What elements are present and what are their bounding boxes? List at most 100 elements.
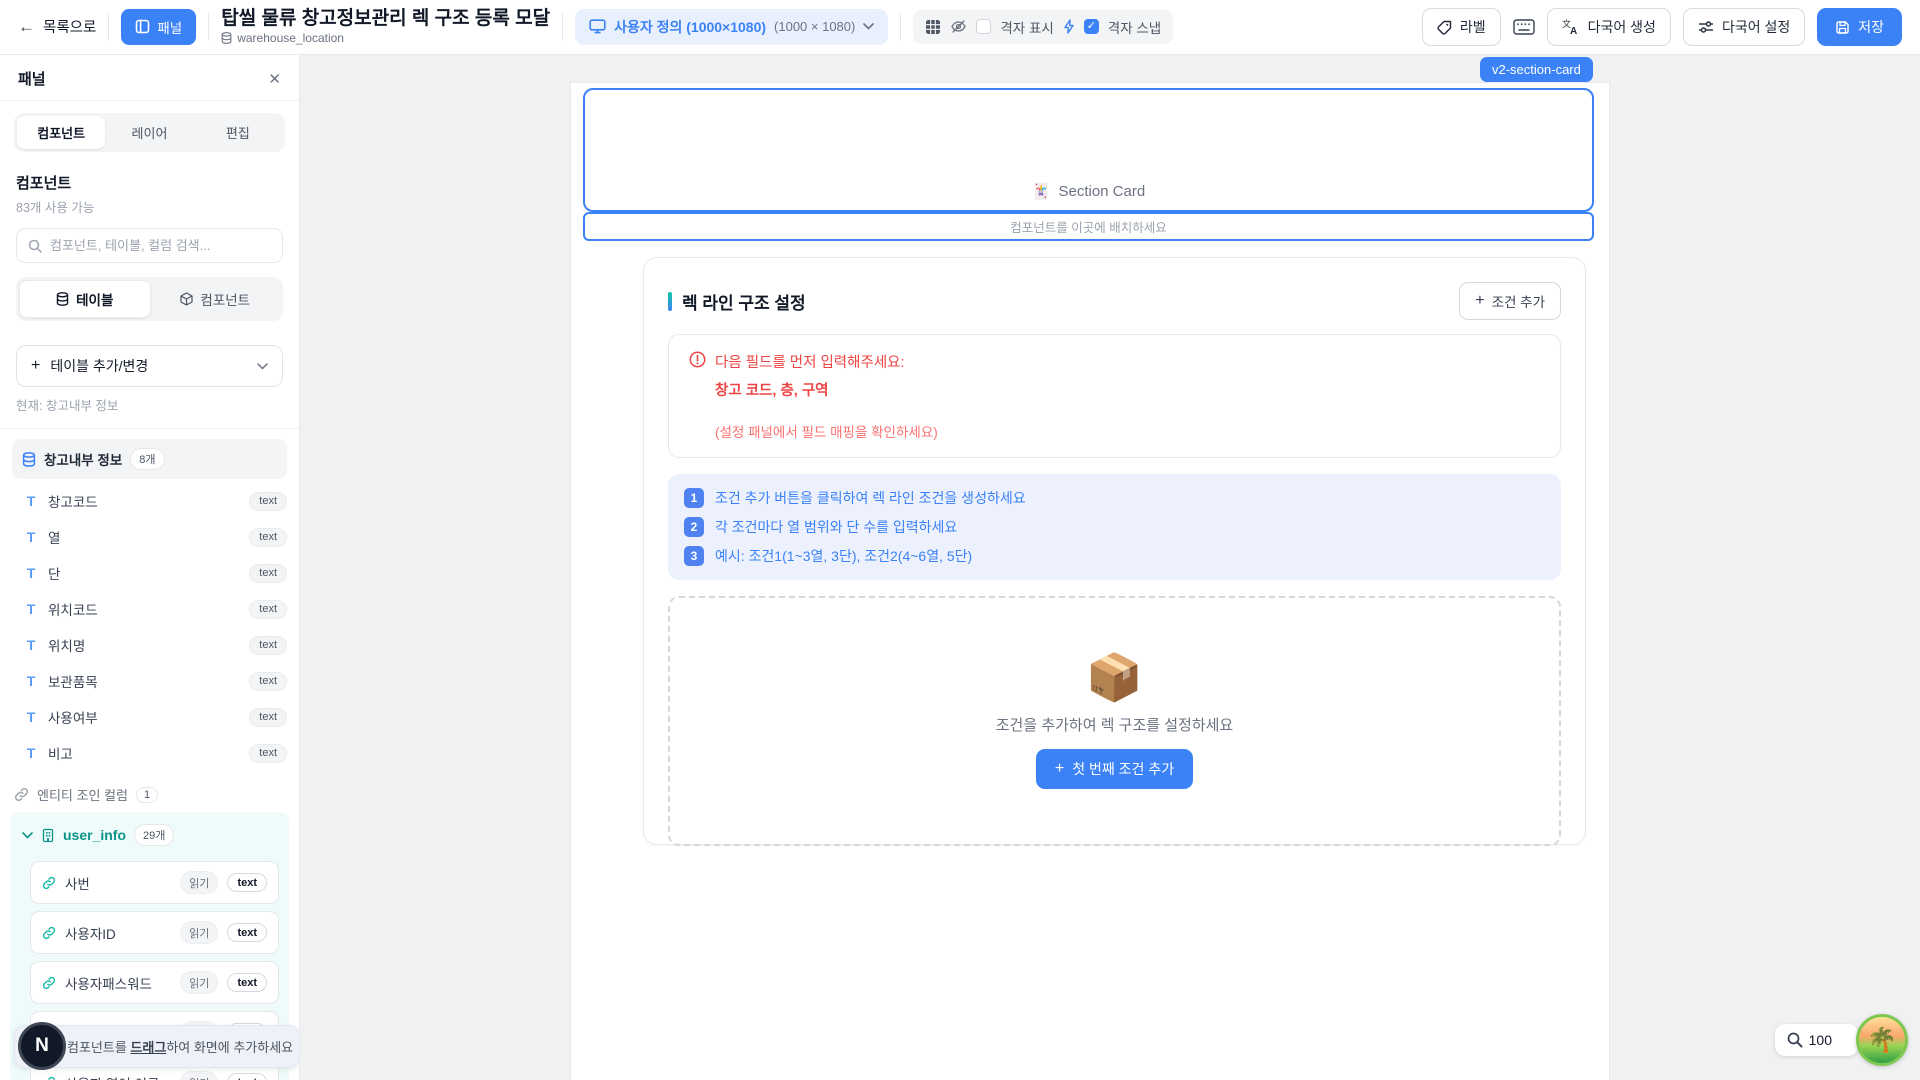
field-row[interactable]: T 열 text [24,519,287,555]
divider [900,13,901,41]
viewport-selected-value: 사용자 정의 (1000×1080) [614,17,766,37]
notification-avatar[interactable]: N [18,1022,66,1070]
plus-icon: + [1475,293,1484,309]
read-only-badge: 읽기 [180,971,218,994]
viewport-size-value: (1000 × 1080) [774,19,855,34]
warning-content: 다음 필드를 먼저 입력해주세요: 창고 코드, 층, 구역 (설정 패널에서 … [715,351,938,441]
save-button[interactable]: 저장 [1817,8,1902,46]
card-emoji-icon: 🃏 [1032,182,1051,200]
panel-button-label: 패널 [157,17,182,37]
back-to-list-button[interactable]: ← 목록으로 [18,16,96,37]
label-button-text: 라벨 [1460,17,1486,37]
field-name: 열 [48,527,239,547]
viewport-size-dropdown[interactable]: 사용자 정의 (1000×1080) (1000 × 1080) [575,9,888,45]
section-card-label-text: Section Card [1058,183,1145,200]
step-number-badge: 3 [684,546,704,566]
field-type-badge: text [249,600,287,619]
warning-line1: 다음 필드를 먼저 입력해주세요: [715,351,938,372]
drag-hint-toast: N 컴포넌트를 드래그하여 화면에 추가하세요 [14,1025,300,1068]
close-icon[interactable]: ✕ [268,70,281,88]
search-input[interactable] [50,238,271,253]
source-tab-table[interactable]: 테이블 [19,280,151,318]
tab-components[interactable]: 컴포넌트 [17,116,105,149]
translate-icon: 文A [1562,19,1580,35]
table-db-icon [56,292,69,306]
read-only-badge: 읽기 [180,921,218,944]
table-group-name: 창고내부 정보 [44,449,122,469]
panel-title: 패널 [18,68,46,89]
label-button[interactable]: 라벨 [1422,8,1501,46]
field-row[interactable]: T 창고코드 text [24,483,287,519]
field-row[interactable]: T 위치명 text [24,627,287,663]
field-row[interactable]: T 단 text [24,555,287,591]
field-type-badge: text [249,492,287,511]
components-panel: 패널 ✕ 컴포넌트 레이어 편집 컴포넌트 83개 사용 가능 테이블 [0,55,300,1080]
grid-options-group: 격자 표시 ✓ 격자 스냅 [913,10,1173,44]
field-row[interactable]: T 위치코드 text [24,591,287,627]
back-arrow-icon: ← [18,17,35,37]
field-type-badge: text [227,1073,267,1080]
save-icon [1835,20,1850,35]
component-search[interactable] [16,228,283,263]
field-name: 보관품목 [48,671,239,691]
sliders-icon [1698,20,1714,34]
add-first-condition-button[interactable]: + 첫 번째 조건 추가 [1036,749,1193,789]
step-number-badge: 2 [684,517,704,537]
source-tab-component[interactable]: 컴포넌트 [151,280,281,318]
field-row[interactable]: T 보관품목 text [24,663,287,699]
panel-layout-icon [135,19,150,34]
i18n-generate-button[interactable]: 文A 다국어 생성 [1547,8,1671,46]
add-table-label: 테이블 추가/변경 [50,356,247,376]
grid-snap-label: 격자 스냅 [1108,17,1161,37]
entity-join-section-row[interactable]: 엔티티 조인 컬럼 1 [14,785,287,804]
plus-icon: + [1055,761,1064,777]
building-icon [41,828,55,843]
database-icon [22,452,36,467]
source-table-name: warehouse_location [237,31,344,45]
link-icon [42,976,56,990]
link-icon [42,1076,56,1080]
table-group-row[interactable]: 창고내부 정보 8개 [12,439,287,479]
empty-state-text: 조건을 추가하여 렉 구조를 설정하세요 [996,714,1233,735]
list-item[interactable]: 사용자패스워드 읽기 text [30,961,279,1004]
app-root: ← 목록으로 패널 탑씰 물류 창고정보관리 렉 구조 등록 모달 wareho… [0,0,1920,1080]
section-card-component[interactable]: 🃏 Section Card [583,88,1594,212]
island-badge-icon[interactable]: 🌴 [1856,1014,1908,1066]
join-table-header[interactable]: user_info 29개 [16,816,283,854]
link-icon [14,787,29,802]
current-table-label: 현재: 창고내부 정보 [16,395,283,414]
zoom-control[interactable]: 100 [1775,1024,1858,1056]
grid-snap-checkbox[interactable]: ✓ [1084,19,1099,34]
add-condition-button[interactable]: + 조건 추가 [1459,282,1561,320]
chevron-down-icon [257,363,268,370]
field-type-badge: text [249,636,287,655]
field-row[interactable]: T 비고 text [24,735,287,771]
cube-icon [180,292,193,306]
tab-layers[interactable]: 레이어 [105,116,193,149]
list-item[interactable]: 사번 읽기 text [30,861,279,904]
warning-hint: (설정 패널에서 필드 매핑을 확인하세요) [715,421,938,441]
i18n-generate-text: 다국어 생성 [1588,17,1656,37]
lightning-icon [1063,19,1075,34]
field-name: 사번 [65,873,171,893]
step-row: 2 각 조건마다 열 범위와 단 수를 입력하세요 [684,517,1545,537]
field-row[interactable]: T 사용여부 text [24,699,287,735]
add-table-button[interactable]: + 테이블 추가/변경 [16,345,283,387]
toolbar-right: 라벨 文A 다국어 생성 다국어 설정 저장 [1422,8,1902,46]
source-tab-table-label: 테이블 [76,289,113,309]
warning-row: 다음 필드를 먼저 입력해주세요: 창고 코드, 층, 구역 (설정 패널에서 … [689,351,1540,441]
alert-icon [689,351,706,441]
tab-edit[interactable]: 편집 [194,116,282,149]
list-item[interactable]: 사용자ID 읽기 text [30,911,279,954]
divider [208,13,209,41]
i18n-settings-button[interactable]: 다국어 설정 [1683,8,1805,46]
link-icon [42,926,56,940]
component-dropzone[interactable]: 컴포넌트를 이곳에 배치하세요 [583,212,1594,241]
panel-mode-button[interactable]: 패널 [121,9,196,45]
grid-show-checkbox[interactable] [976,19,991,34]
keyboard-shortcuts-button[interactable] [1513,19,1535,35]
rack-structure-card: 렉 라인 구조 설정 + 조건 추가 다음 필드를 먼저 입력해주세요: 창고 … [643,257,1586,845]
field-type-badge: text [249,528,287,547]
field-type-badge: text [249,564,287,583]
link-icon [42,876,56,890]
